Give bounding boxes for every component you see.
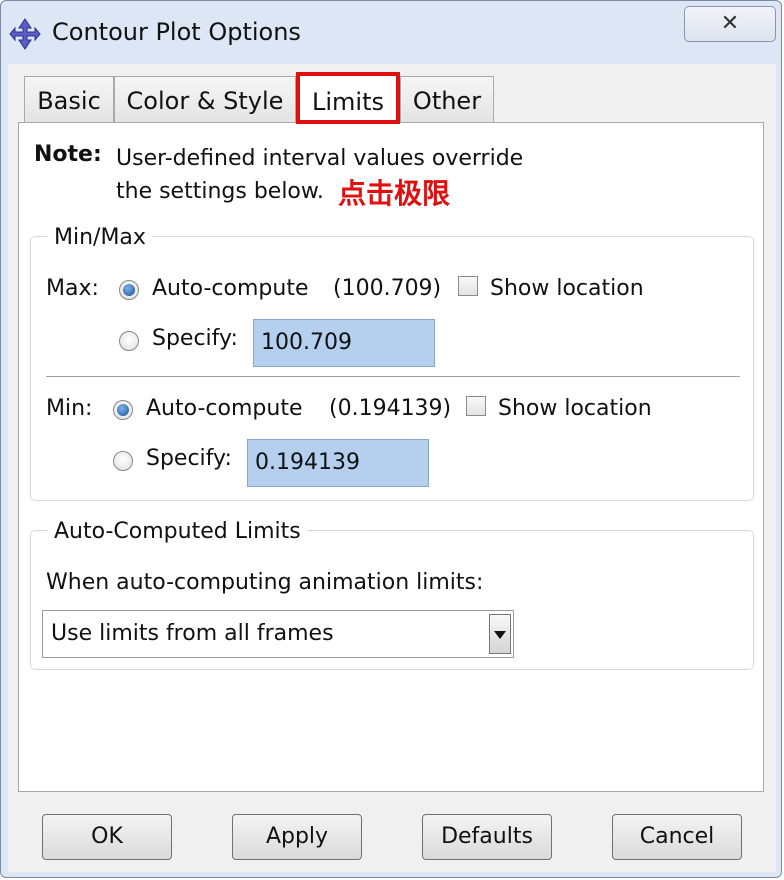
min-specify-label[interactable]: Specify:: [146, 446, 232, 471]
max-show-location-label[interactable]: Show location: [490, 276, 644, 301]
click-limits-annotation: 点击极限: [338, 177, 451, 210]
minmax-group-title: Min/Max: [48, 225, 152, 250]
window-title: Contour Plot Options: [52, 18, 301, 46]
auto-limits-prompt: When auto-computing animation limits:: [46, 570, 484, 595]
min-specify-input[interactable]: 0.194139: [247, 439, 429, 487]
max-specify-label[interactable]: Specify:: [152, 326, 238, 351]
min-show-location-checkbox[interactable]: [466, 396, 486, 416]
animation-limits-dropdown[interactable]: Use limits from all frames: [42, 610, 514, 658]
max-auto-label[interactable]: Auto-compute: [152, 276, 308, 301]
diamond-arrows-icon: [9, 18, 41, 50]
tab-other[interactable]: Other: [400, 76, 494, 122]
min-auto-label[interactable]: Auto-compute: [146, 396, 302, 421]
close-icon: ✕: [720, 11, 740, 36]
minmax-separator: [46, 376, 740, 377]
close-button[interactable]: ✕: [684, 6, 776, 42]
ok-button[interactable]: OK: [42, 814, 172, 860]
min-specify-radio[interactable]: [113, 451, 133, 471]
max-auto-radio[interactable]: [119, 280, 139, 300]
max-specify-input[interactable]: 100.709: [253, 319, 435, 367]
note-label: Note:: [34, 142, 102, 167]
defaults-button[interactable]: Defaults: [422, 814, 552, 860]
max-show-location-checkbox[interactable]: [458, 276, 478, 296]
chevron-down-icon[interactable]: [489, 614, 511, 654]
min-auto-radio[interactable]: [113, 400, 133, 420]
max-specify-radio[interactable]: [119, 331, 139, 351]
note-line-1: User-defined interval values override: [116, 146, 524, 171]
tab-color-style[interactable]: Color & Style: [114, 76, 296, 122]
tab-basic[interactable]: Basic: [24, 76, 114, 122]
tab-limits[interactable]: Limits: [296, 72, 400, 124]
min-show-location-label[interactable]: Show location: [498, 396, 652, 421]
cancel-button[interactable]: Cancel: [612, 814, 742, 860]
min-label: Min:: [46, 396, 93, 421]
apply-button[interactable]: Apply: [232, 814, 362, 860]
max-auto-value: (100.709): [333, 276, 442, 301]
max-label: Max:: [46, 276, 99, 301]
min-auto-value: (0.194139): [329, 396, 452, 421]
auto-computed-limits-title: Auto-Computed Limits: [48, 519, 307, 544]
